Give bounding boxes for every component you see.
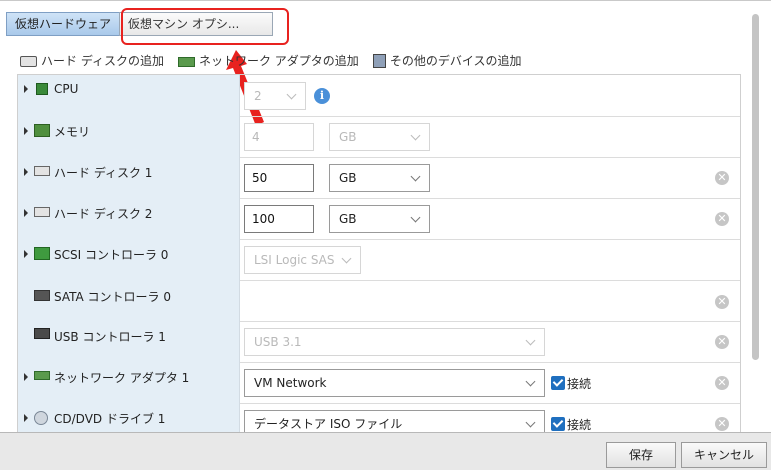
- remove-icon[interactable]: ✕: [715, 212, 729, 226]
- cpu-icon: [36, 83, 48, 95]
- row-label-cell: CD/DVD ドライブ 1: [18, 403, 240, 435]
- add-network-adapter-button[interactable]: ネットワーク アダプタの追加: [177, 52, 359, 69]
- expand-caret-icon[interactable]: [24, 414, 28, 422]
- row-cd-dvd-drive: CD/DVD ドライブ 1 データストア ISO ファイル 接続 ✕: [18, 403, 740, 435]
- tab-virtual-hardware[interactable]: 仮想ハードウェア: [6, 12, 121, 36]
- chevron-down-icon: [410, 171, 421, 182]
- expand-caret-icon[interactable]: [24, 250, 28, 258]
- sata-controller-icon: [34, 290, 50, 301]
- memory-size-input[interactable]: 4: [244, 123, 314, 151]
- memory-label: メモリ: [54, 125, 91, 139]
- expand-caret-icon[interactable]: [24, 168, 28, 176]
- add-hard-disk-button[interactable]: ハード ディスクの追加: [20, 52, 164, 69]
- expand-caret-icon[interactable]: [24, 127, 28, 135]
- chevron-down-icon: [525, 376, 536, 387]
- chevron-down-icon: [410, 212, 421, 223]
- memory-unit-value: GB: [339, 130, 357, 144]
- cd-dvd-icon: [34, 411, 48, 425]
- hard-disk-icon: [20, 56, 37, 67]
- connect-checkbox[interactable]: [551, 376, 565, 390]
- row-hard-disk-2: ハード ディスク 2 100 GB ✕: [18, 198, 740, 240]
- cd-dvd-label: CD/DVD ドライブ 1: [54, 412, 166, 426]
- memory-unit-select[interactable]: GB: [329, 123, 430, 151]
- add-other-device-button[interactable]: その他のデバイスの追加: [372, 52, 522, 69]
- hard-disk-1-size-input[interactable]: 50: [244, 164, 314, 192]
- remove-icon[interactable]: ✕: [715, 335, 729, 349]
- add-hard-disk-label: ハード ディスクの追加: [41, 54, 164, 68]
- connect-label: 接続: [567, 418, 592, 432]
- top-border: [0, 0, 771, 1]
- expand-caret-icon[interactable]: [24, 209, 28, 217]
- hard-disk-2-size-input[interactable]: 100: [244, 205, 314, 233]
- hard-disk-icon: [34, 166, 50, 176]
- row-label-cell: CPU: [18, 75, 240, 116]
- network-adapter-label: ネットワーク アダプタ 1: [54, 371, 190, 385]
- dialog-footer: 保存 キャンセル: [0, 432, 771, 470]
- cpu-count-select[interactable]: 2: [244, 82, 306, 110]
- scsi-type-select[interactable]: LSI Logic SAS: [244, 246, 361, 274]
- row-label-cell: ハード ディスク 2: [18, 198, 240, 239]
- network-value: VM Network: [254, 376, 327, 390]
- save-button[interactable]: 保存: [606, 442, 676, 468]
- expand-caret-icon[interactable]: [24, 373, 28, 381]
- hard-disk-2-unit-select[interactable]: GB: [329, 205, 430, 233]
- connect-checkbox[interactable]: [551, 417, 565, 431]
- row-cpu: CPU 2 i: [18, 75, 740, 117]
- row-sata-controller: SATA コントローラ 0 ✕: [18, 280, 740, 322]
- network-select[interactable]: VM Network: [244, 369, 545, 397]
- hard-disk-1-unit-select[interactable]: GB: [329, 164, 430, 192]
- network-adapter-icon: [34, 371, 50, 380]
- scsi-type-value: LSI Logic SAS: [254, 253, 335, 267]
- row-label-cell: SCSI コントローラ 0: [18, 239, 240, 280]
- row-label-cell: SATA コントローラ 0: [18, 280, 240, 321]
- scsi-controller-icon: [34, 247, 50, 260]
- remove-icon[interactable]: ✕: [715, 171, 729, 185]
- memory-icon: [34, 124, 50, 137]
- vertical-scrollbar[interactable]: [752, 14, 759, 360]
- row-label-cell: ネットワーク アダプタ 1: [18, 362, 240, 403]
- hardware-grid: CPU 2 i メモリ 4 GB ハード ディスク 1 50 GB ✕ ハード …: [17, 74, 741, 435]
- usb-icon: [34, 328, 50, 339]
- remove-icon[interactable]: ✕: [715, 295, 729, 309]
- row-label-cell: ハード ディスク 1: [18, 157, 240, 198]
- row-memory: メモリ 4 GB: [18, 116, 740, 158]
- remove-icon[interactable]: ✕: [715, 376, 729, 390]
- cpu-label: CPU: [54, 82, 79, 96]
- connect-label: 接続: [567, 377, 592, 391]
- add-network-adapter-label: ネットワーク アダプタの追加: [198, 54, 359, 68]
- row-hard-disk-1: ハード ディスク 1 50 GB ✕: [18, 157, 740, 199]
- chevron-down-icon: [525, 335, 536, 346]
- row-usb-controller: USB コントローラ 1 USB 3.1 ✕: [18, 321, 740, 363]
- row-network-adapter: ネットワーク アダプタ 1 VM Network 接続 ✕: [18, 362, 740, 404]
- highlight-box: [121, 8, 289, 45]
- chevron-down-icon: [410, 130, 421, 141]
- row-scsi-controller: SCSI コントローラ 0 LSI Logic SAS: [18, 239, 740, 281]
- chevron-down-icon: [525, 417, 536, 428]
- expand-caret-icon[interactable]: [24, 85, 28, 93]
- sata-controller-label: SATA コントローラ 0: [54, 290, 171, 304]
- usb-type-select[interactable]: USB 3.1: [244, 328, 545, 356]
- row-label-cell: メモリ: [18, 116, 240, 157]
- hard-disk-2-unit-value: GB: [339, 212, 357, 226]
- usb-controller-label: USB コントローラ 1: [54, 330, 166, 344]
- remove-icon[interactable]: ✕: [715, 417, 729, 431]
- cd-dvd-source-value: データストア ISO ファイル: [254, 417, 403, 431]
- hard-disk-1-label: ハード ディスク 1: [54, 166, 153, 180]
- row-label-cell: USB コントローラ 1: [18, 321, 240, 362]
- add-other-device-label: その他のデバイスの追加: [389, 54, 522, 68]
- info-icon[interactable]: i: [314, 88, 330, 104]
- hard-disk-2-label: ハード ディスク 2: [54, 207, 153, 221]
- chevron-down-icon: [341, 253, 352, 264]
- cpu-count-value: 2: [254, 89, 262, 103]
- add-device-toolbar: ハード ディスクの追加 ネットワーク アダプタの追加 その他のデバイスの追加: [20, 52, 521, 69]
- chevron-down-icon: [286, 89, 297, 100]
- scsi-controller-label: SCSI コントローラ 0: [54, 248, 169, 262]
- device-icon: [372, 53, 386, 68]
- network-adapter-icon: [177, 56, 195, 67]
- usb-type-value: USB 3.1: [254, 335, 302, 349]
- hard-disk-icon: [34, 207, 50, 217]
- hard-disk-1-unit-value: GB: [339, 171, 357, 185]
- cancel-button[interactable]: キャンセル: [681, 442, 767, 468]
